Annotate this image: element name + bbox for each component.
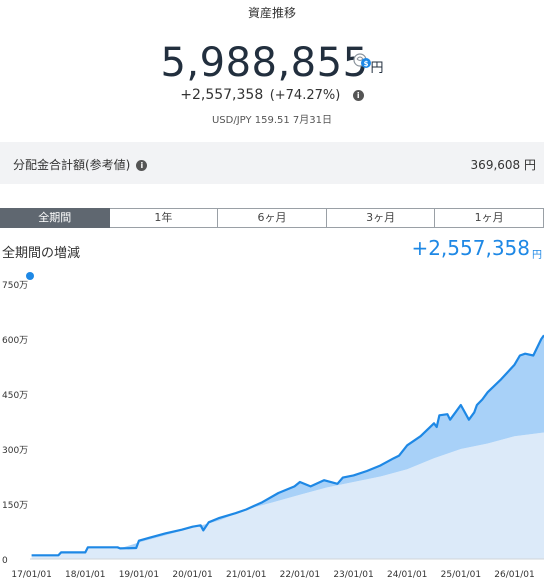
period-change-unit: 円 xyxy=(532,250,542,261)
x-tick-label: 24/01/01 xyxy=(387,570,427,580)
period-change-value: +2,557,358 xyxy=(411,236,530,260)
tab-1-month[interactable]: 1ヶ月 xyxy=(435,208,544,228)
total-asset-value: 5,988,855 xyxy=(160,40,369,86)
gain-value: +2,557,358 xyxy=(180,87,264,103)
fx-rate: USD/JPY 159.51 7月31日 xyxy=(211,115,333,126)
tab-1-year[interactable]: 1年 xyxy=(109,208,219,228)
y-tick-label: 750万 xyxy=(2,281,28,291)
period-change-label: 全期間の増減 xyxy=(2,246,81,261)
x-tick-label: 23/01/01 xyxy=(333,570,373,580)
svg-text:$: $ xyxy=(364,60,369,68)
period-tabs: 全期間 1年 6ヶ月 3ヶ月 1ヶ月 xyxy=(0,208,544,228)
y-tick-label: 450万 xyxy=(2,391,28,401)
x-tick-label: 17/01/01 xyxy=(11,570,51,580)
distribution-summary: 分配金合計額(参考値) i 369,608 円 xyxy=(0,142,544,184)
y-tick-label: 150万 xyxy=(2,501,28,511)
asset-chart: 0 150万 300万 450万 600万 750万 17/01/01 18/01/01 19/… xyxy=(2,272,544,580)
x-tick-label: 25/01/01 xyxy=(441,570,481,580)
x-tick-label: 18/01/01 xyxy=(65,570,105,580)
page-title: 資産推移 xyxy=(247,6,296,20)
x-tick-label: 21/01/01 xyxy=(226,570,266,580)
y-tick-label: 0 xyxy=(2,556,8,566)
total-asset-row: 5,988,855 円 xyxy=(0,40,544,86)
info-icon[interactable]: i xyxy=(136,160,148,171)
x-tick-label: 19/01/01 xyxy=(119,570,159,580)
y-tick-label: 600万 xyxy=(2,336,28,346)
tab-all-period[interactable]: 全期間 xyxy=(0,208,110,228)
currency-switch-icon[interactable]: $ xyxy=(353,52,373,70)
info-icon[interactable]: i xyxy=(352,90,364,101)
tab-6-months[interactable]: 6ヶ月 xyxy=(218,208,327,228)
distribution-label-wrap: 分配金合計額(参考値) i xyxy=(13,156,148,173)
distribution-label: 分配金合計額(参考値) xyxy=(13,158,131,172)
distribution-value: 369,608 円 xyxy=(470,158,536,172)
tab-3-months[interactable]: 3ヶ月 xyxy=(326,208,436,228)
y-tick-label: 300万 xyxy=(2,446,28,456)
x-tick-label: 26/01/01 xyxy=(494,570,534,580)
x-tick-label: 20/01/01 xyxy=(172,570,212,580)
gain-row: +2,557,358 (+74.27%) i xyxy=(0,87,544,103)
gain-percent: (+74.27%) xyxy=(269,88,341,103)
chart-marker-dot xyxy=(26,272,34,280)
x-tick-label: 22/01/01 xyxy=(280,570,320,580)
